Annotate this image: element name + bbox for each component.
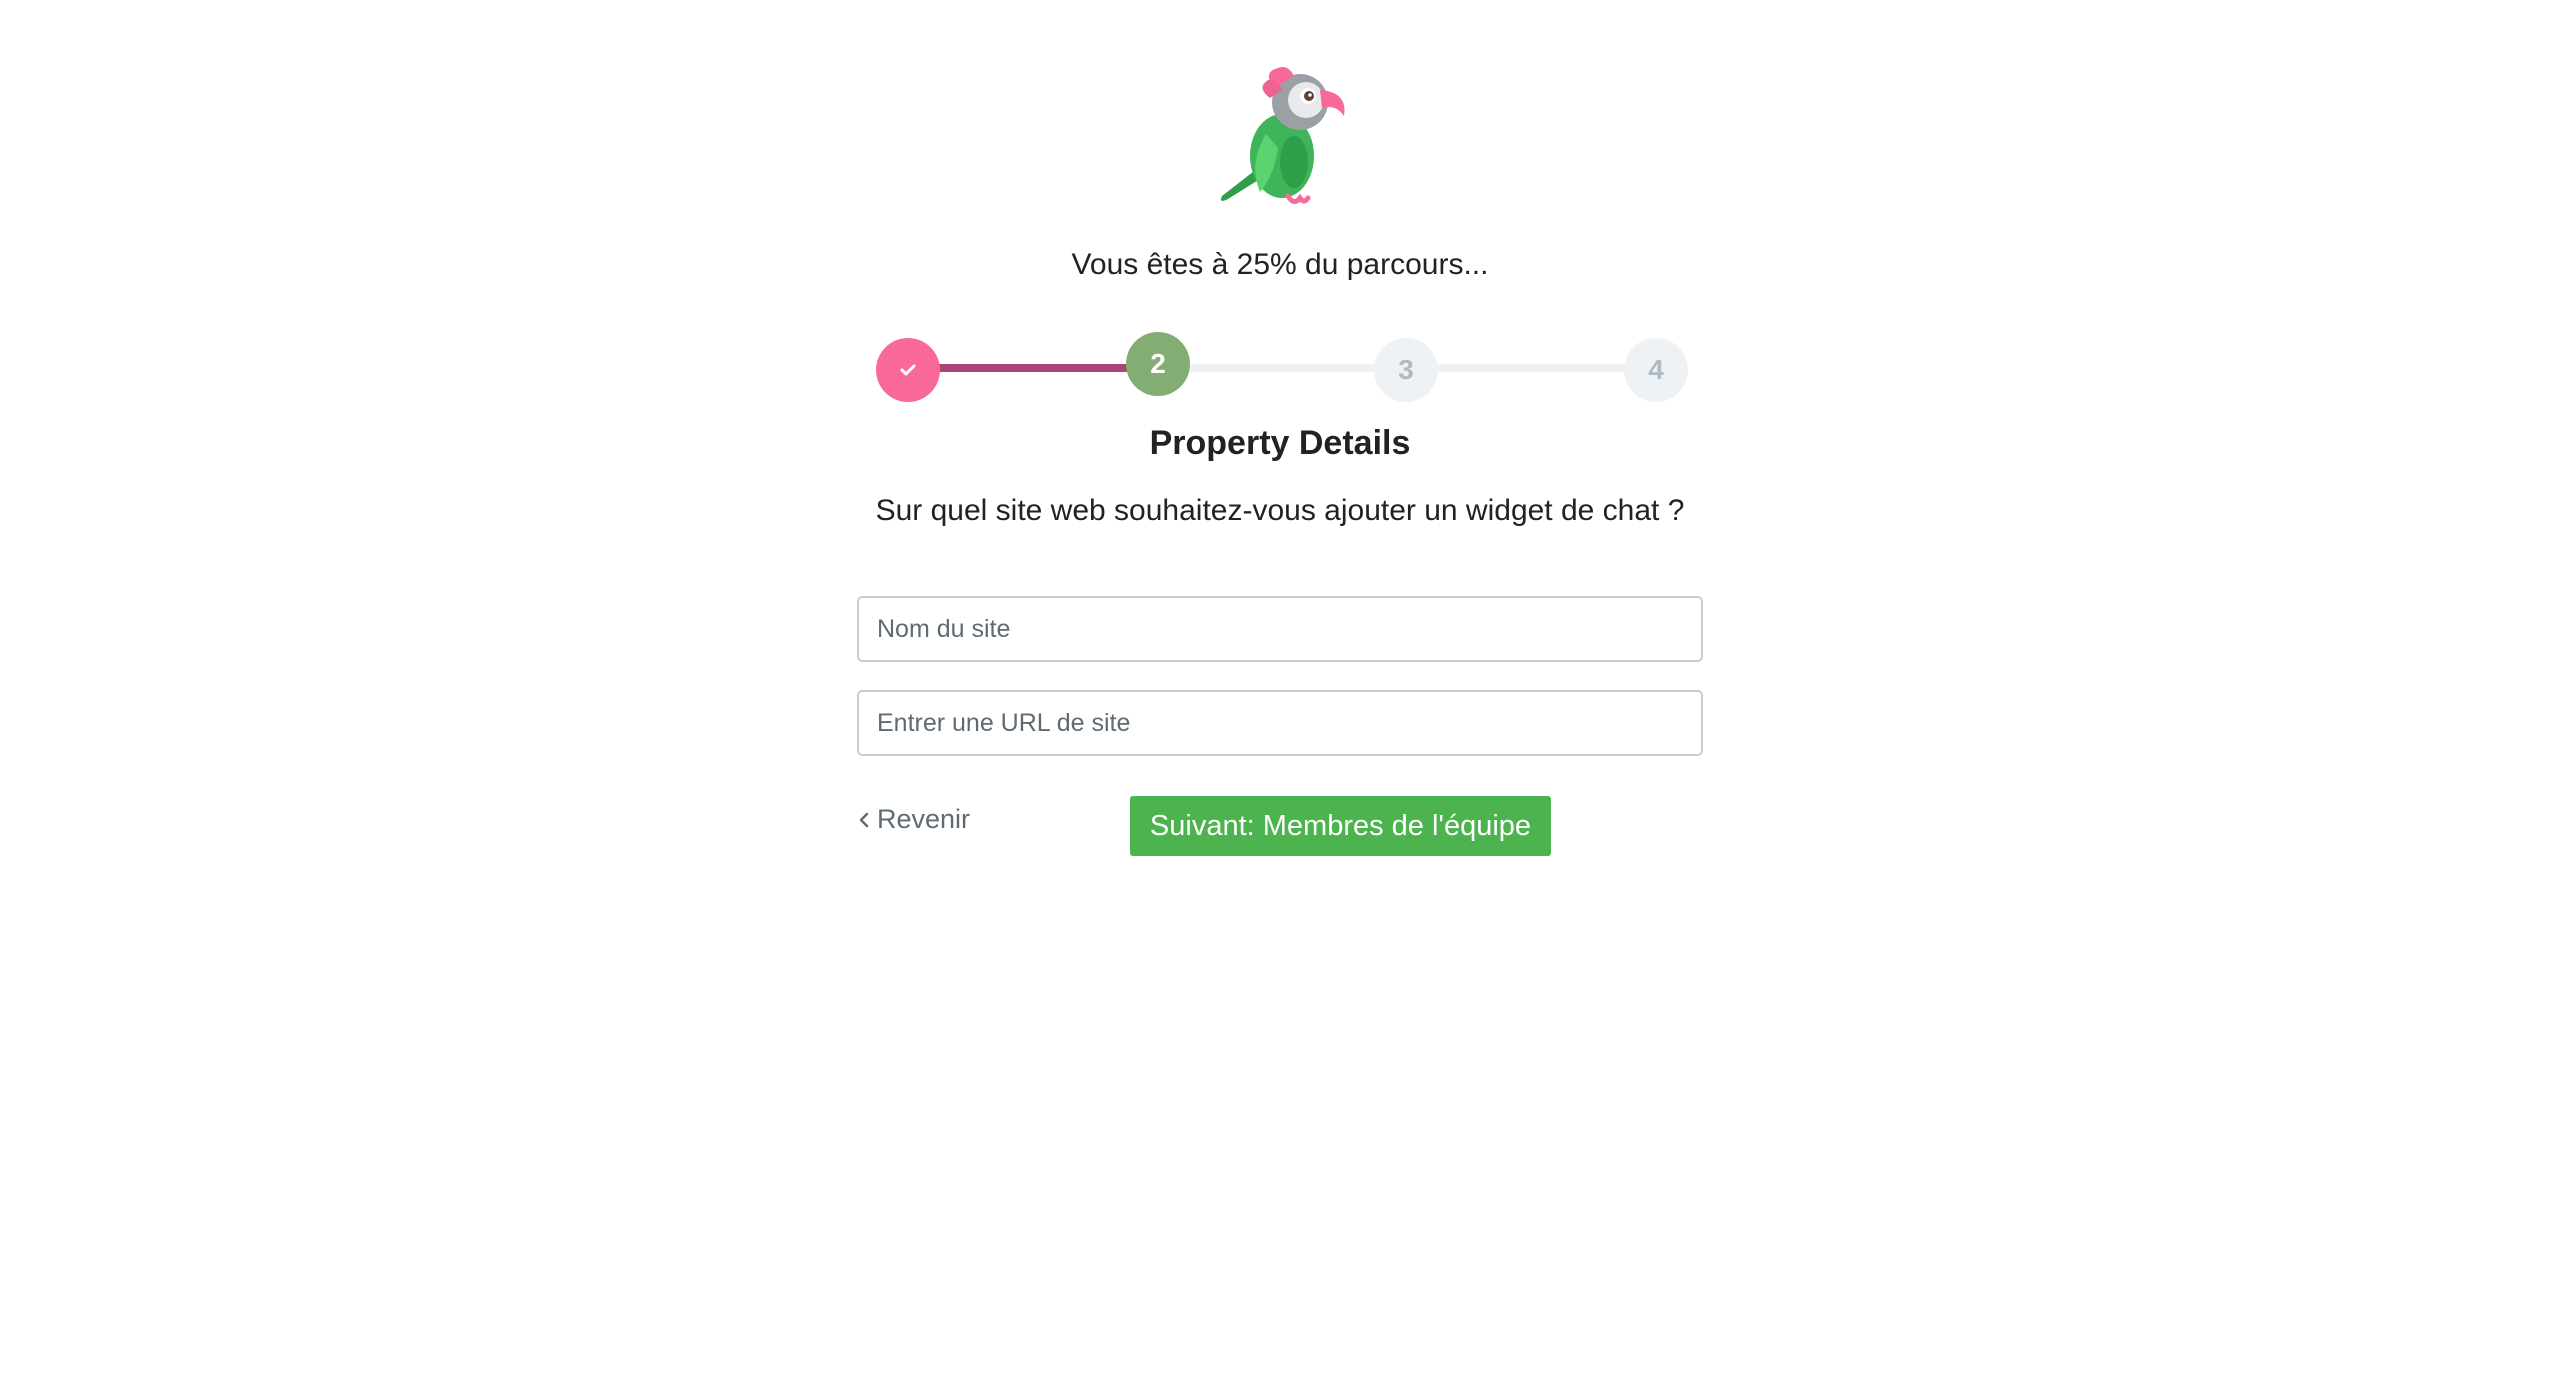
progress-stepper: 2 3 4 (876, 332, 1688, 404)
stepper-line-completed (932, 364, 1132, 372)
stepper-line-upcoming (1176, 364, 1376, 372)
back-label: Revenir (877, 804, 971, 834)
step-3-upcoming: 3 (1374, 338, 1438, 402)
chevron-left-icon (859, 812, 869, 827)
site-url-input[interactable] (857, 690, 1703, 756)
step-2-current: 2 (1126, 332, 1190, 396)
site-name-input[interactable] (857, 596, 1703, 662)
progress-text: Vous êtes à 25% du parcours... (1071, 248, 1489, 281)
check-icon (900, 364, 916, 376)
back-link[interactable]: Revenir (857, 804, 970, 835)
step-1-completed (876, 338, 940, 402)
step-4-upcoming: 4 (1624, 338, 1688, 402)
section-title: Property Details (1149, 424, 1411, 462)
section-question: Sur quel site web souhaitez-vous ajouter… (875, 494, 1685, 527)
next-team-members-button[interactable]: Suivant: Membres de l'équipe (1130, 796, 1551, 856)
parrot-mascot-icon (1220, 67, 1345, 204)
onboarding-page: Vous êtes à 25% du parcours... 2 3 4 Pro… (0, 0, 2560, 1375)
stepper-line-upcoming (1426, 364, 1626, 372)
